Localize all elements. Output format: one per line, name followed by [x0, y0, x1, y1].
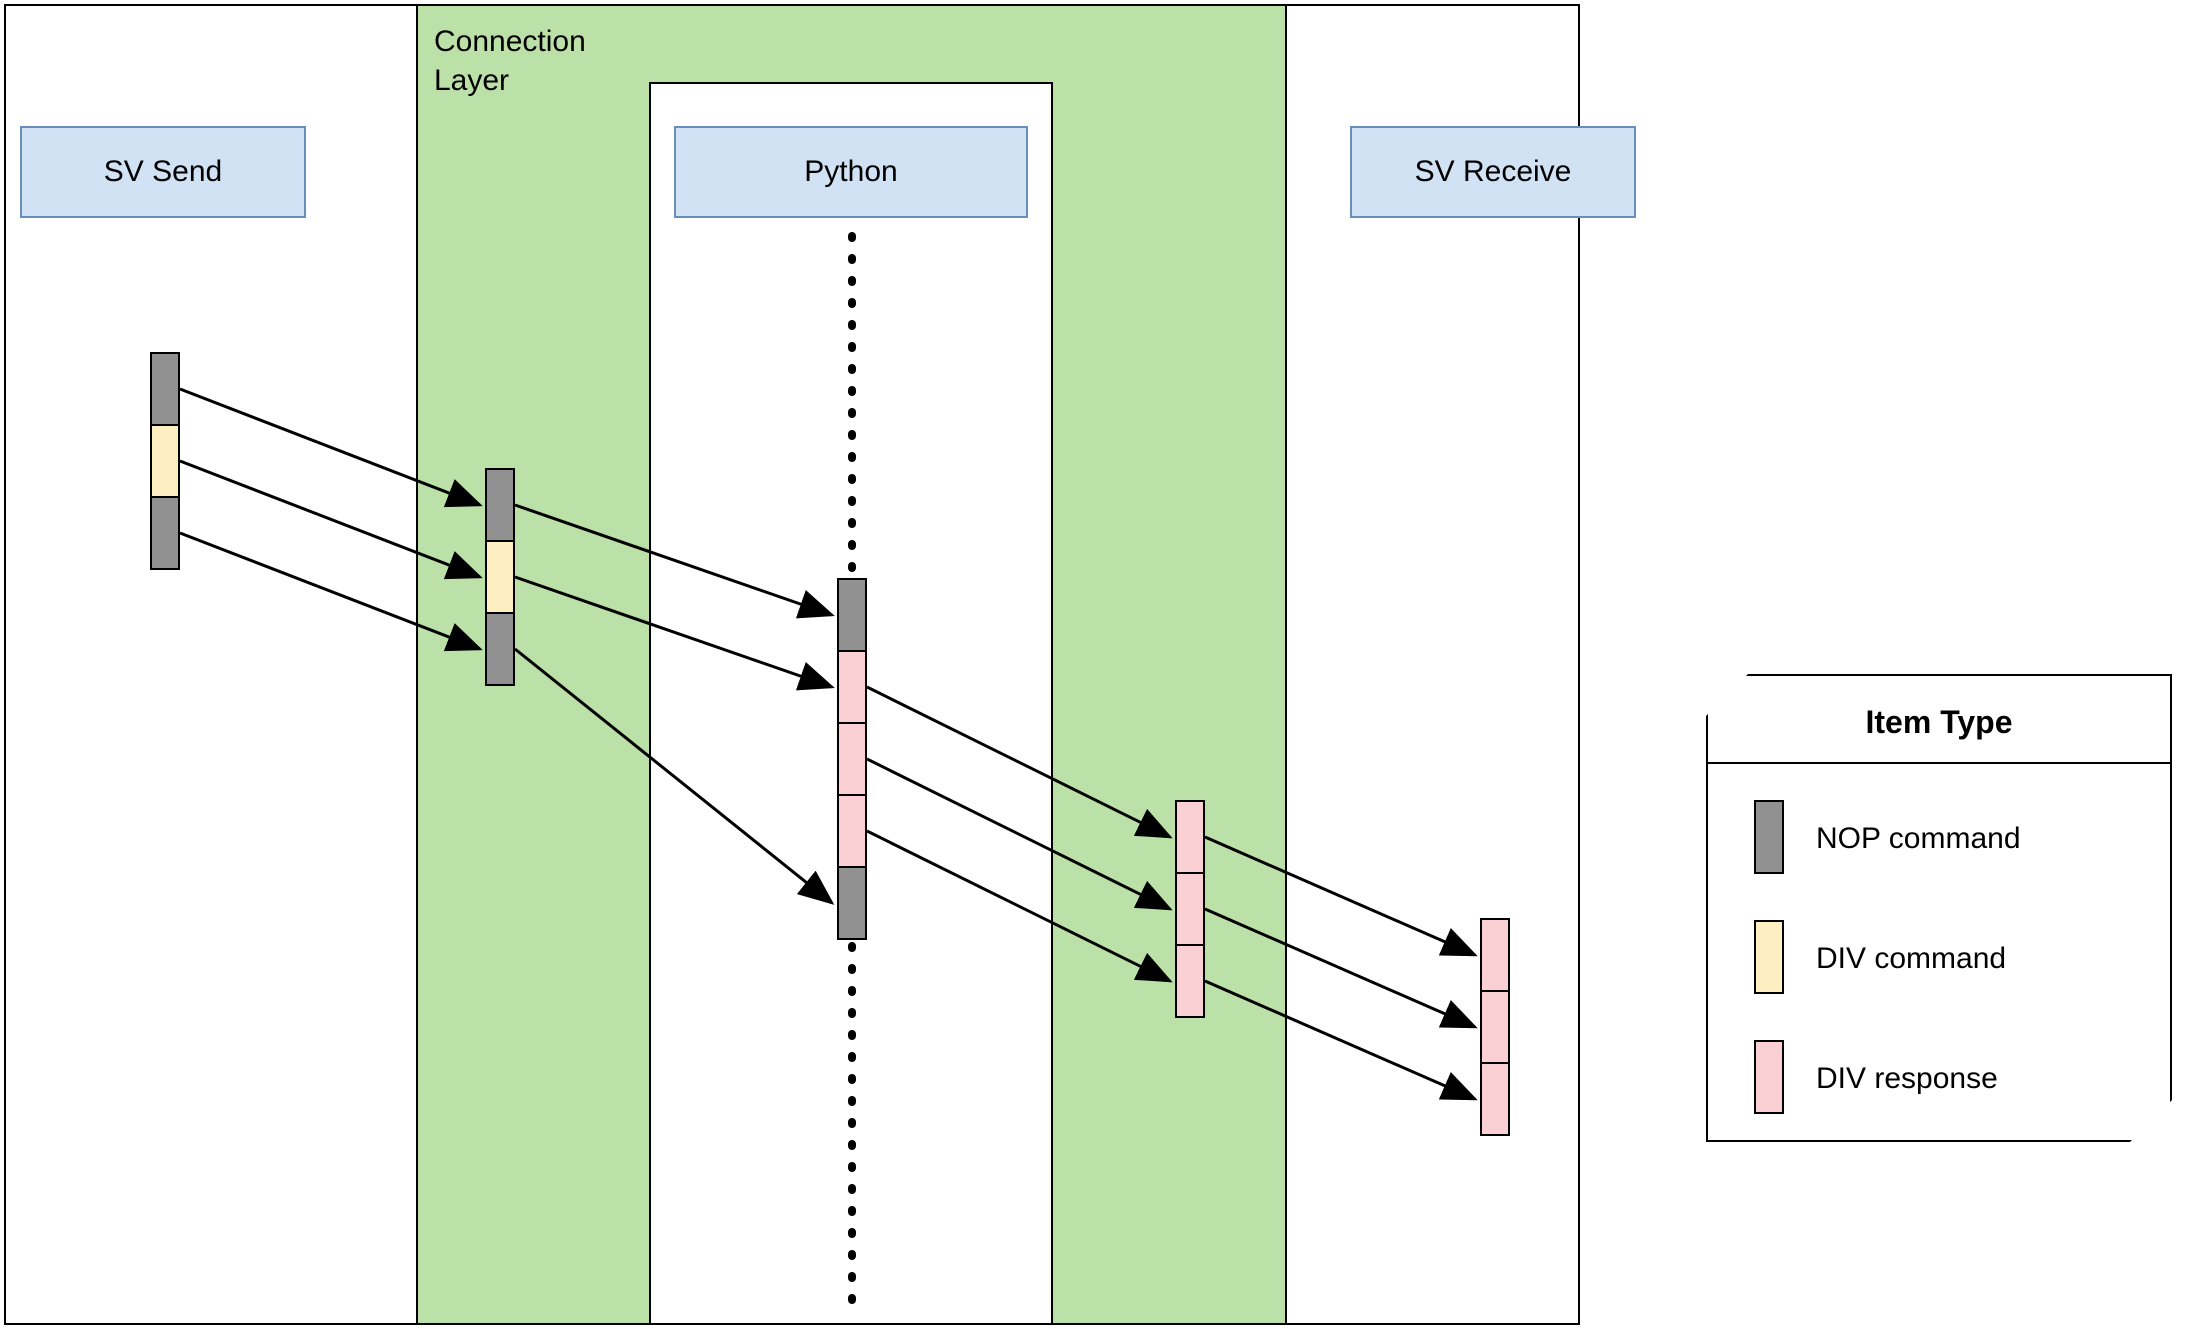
diagram-canvas: Connection Layer SV Send Python SV Recei… [0, 0, 2196, 1329]
python-cell-4 [837, 866, 867, 940]
conn-in-cell-2 [485, 612, 515, 686]
legend-divider [1708, 762, 2170, 764]
python-label: Python [804, 155, 897, 189]
sv-receive-cell-0 [1480, 918, 1510, 992]
conn-out-cell-1 [1175, 872, 1205, 946]
legend-swatch-2 [1754, 1040, 1784, 1114]
sv-receive-cell-1 [1480, 990, 1510, 1064]
legend-label-2: DIV response [1816, 1062, 1998, 1096]
sv-send-cell-1 [150, 424, 180, 498]
conn-in-cell-1 [485, 540, 515, 614]
legend-swatch-1 [1754, 920, 1784, 994]
conn-out-cell-2 [1175, 944, 1205, 1018]
legend-title: Item Type [1708, 704, 2170, 741]
python-cell-3 [837, 794, 867, 868]
python-header: Python [674, 126, 1028, 218]
python-cell-2 [837, 722, 867, 796]
sv-receive-label: SV Receive [1415, 155, 1572, 189]
sv-receive-header: SV Receive [1350, 126, 1636, 218]
python-cell-0 [837, 578, 867, 652]
conn-out-cell-0 [1175, 800, 1205, 874]
connection-layer-label: Connection Layer [434, 22, 586, 100]
python-cell-1 [837, 650, 867, 724]
sv-send-label: SV Send [104, 155, 222, 189]
sv-send-cell-2 [150, 496, 180, 570]
legend-box: Item Type NOP command DIV command DIV re… [1706, 674, 2172, 1142]
legend-swatch-0 [1754, 800, 1784, 874]
sv-send-cell-0 [150, 352, 180, 426]
conn-in-cell-0 [485, 468, 515, 542]
legend-label-0: NOP command [1816, 822, 2021, 856]
sv-receive-cell-2 [1480, 1062, 1510, 1136]
legend-label-1: DIV command [1816, 942, 2006, 976]
sv-send-header: SV Send [20, 126, 306, 218]
